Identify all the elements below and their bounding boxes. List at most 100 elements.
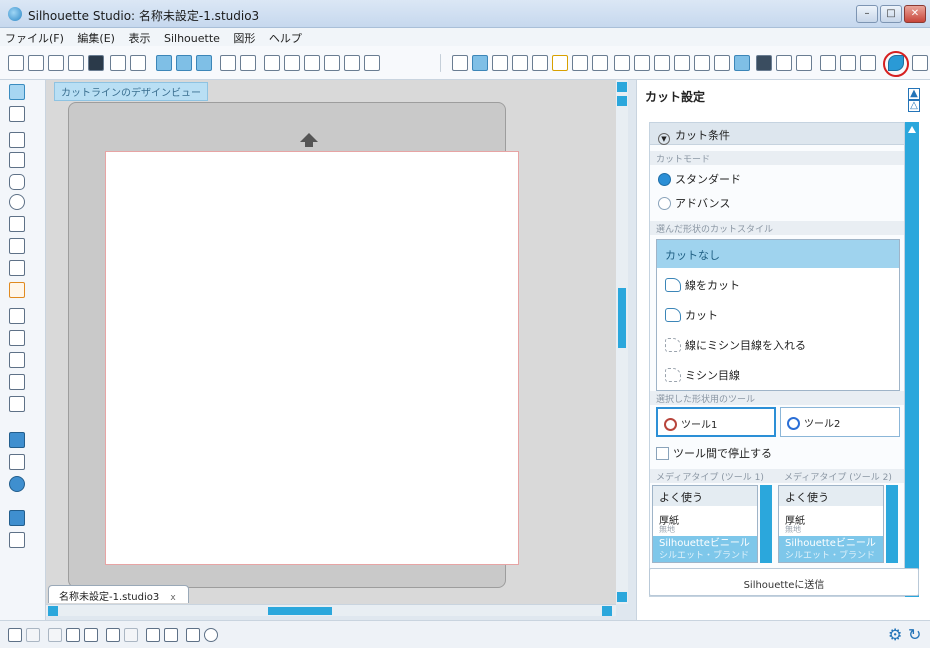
pages-icon[interactable] [776,55,792,71]
duplicate-icon[interactable] [48,628,62,642]
fill-color-icon[interactable] [9,432,25,448]
scroll-left-icon[interactable] [48,606,58,616]
zoom-in-icon[interactable] [284,55,300,71]
cut-conditions-header[interactable]: ▼ カット条件 [650,123,904,145]
split-view-icon[interactable] [9,532,25,548]
zoom-page-icon[interactable] [364,55,380,71]
polygon-tool-icon[interactable] [9,216,25,232]
send-icon[interactable] [130,55,146,71]
redo-icon[interactable] [240,55,256,71]
media1-common[interactable]: よく使う [653,486,757,506]
cut-style-perforate[interactable]: ミシン目線 [657,360,899,388]
refresh-icon[interactable]: ↻ [908,625,921,644]
transform-icon[interactable] [512,55,528,71]
gear-icon[interactable]: ⚙ [888,625,902,644]
mode-standard-radio[interactable]: スタンダード [658,171,741,187]
rotate-icon[interactable] [532,55,548,71]
tool1-button[interactable]: ツール1 [656,407,776,437]
panel-up-icon[interactable]: ▲ [908,88,920,100]
modify-icon[interactable] [634,55,650,71]
open-folder-icon[interactable] [28,55,44,71]
zoom-out-icon[interactable] [304,55,320,71]
offset-round-icon[interactable] [204,628,218,642]
color-wheel-icon[interactable] [9,476,25,492]
horizontal-scrollbar[interactable] [46,604,616,616]
print-icon[interactable] [110,55,126,71]
panel-scrollbar[interactable] [905,122,919,597]
replicate-icon[interactable] [614,55,630,71]
panel-scroll-up-icon[interactable] [908,126,916,133]
group-icon[interactable] [66,628,80,642]
send-to-silhouette-icon[interactable] [912,55,928,71]
cut-style-none[interactable]: カットなし [657,240,899,268]
scroll-up-icon[interactable] [617,96,627,106]
save-library-icon[interactable] [88,55,104,71]
regular-polygon-icon[interactable] [9,330,25,346]
document-tab-close-icon[interactable]: x [170,593,175,603]
text-style-icon[interactable] [592,55,608,71]
rectangle-tool-icon[interactable] [9,152,25,168]
close-button[interactable]: ✕ [904,5,926,23]
media1-scrollbar[interactable] [760,485,772,563]
document-tab[interactable]: 名称未設定-1.studio3 x [48,585,189,603]
maximize-button[interactable]: □ [880,5,902,23]
scroll-down-icon[interactable] [617,592,627,602]
line-tool-icon[interactable] [9,132,25,148]
cut-style-cut[interactable]: カット [657,300,899,328]
ellipse-tool-icon[interactable] [9,194,25,210]
copy-icon[interactable] [156,55,172,71]
ungroup-icon[interactable] [84,628,98,642]
arc-tool-icon[interactable] [9,308,25,324]
trace-icon[interactable] [694,55,710,71]
collapse-section-icon[interactable]: ▼ [658,133,670,145]
menu-view[interactable]: 表示 [123,28,155,48]
window-icon[interactable] [9,510,25,526]
save-icon[interactable] [68,55,84,71]
offset-icon[interactable] [654,55,670,71]
deselect-icon[interactable] [26,628,40,642]
collapse-panel-icon[interactable] [617,82,627,92]
knife-tool-icon[interactable] [9,396,25,412]
media2-common[interactable]: よく使う [779,486,883,506]
zoom-fit-icon[interactable] [344,55,360,71]
media-type-list-1[interactable]: よく使う 厚紙 無地 Silhouetteビニール シルエット・ブランド [652,485,758,563]
select-all-icon[interactable] [8,628,22,642]
page-settings-icon[interactable] [452,55,468,71]
bring-front-icon[interactable] [146,628,160,642]
pan-hand-icon[interactable] [264,55,280,71]
minimize-button[interactable]: – [856,5,878,23]
paste-icon[interactable] [176,55,192,71]
menu-edit[interactable]: 編集(E) [72,28,120,48]
new-file-icon[interactable] [8,55,24,71]
smooth-freehand-icon[interactable] [9,282,25,298]
eraser-tool-icon[interactable] [9,374,25,390]
fill-pattern-icon[interactable] [572,55,588,71]
weld-icon[interactable] [186,628,200,642]
zoom-drag-icon[interactable] [324,55,340,71]
line-style-icon[interactable] [552,55,568,71]
media-type-list-2[interactable]: よく使う 厚紙 無地 Silhouetteビニール シルエット・ブランド [778,485,884,563]
library-icon[interactable] [714,55,730,71]
tool2-button[interactable]: ツール2 [780,407,900,437]
layers-icon[interactable] [796,55,812,71]
registration-icon[interactable] [492,55,508,71]
design-page[interactable] [105,151,519,565]
vertical-scrollbar[interactable] [616,80,628,604]
menu-silhouette[interactable]: Silhouette [159,30,225,47]
undo-icon[interactable] [220,55,236,71]
panel-up-outline-icon[interactable]: △ [908,100,920,112]
compound-path-icon[interactable] [106,628,120,642]
print-cut-icon[interactable] [840,55,856,71]
freehand-tool-icon[interactable] [9,260,25,276]
cut-style-line[interactable]: 線をカット [657,270,899,298]
vertical-scroll-thumb[interactable] [618,288,626,348]
menu-help[interactable]: ヘルプ [264,28,307,48]
mode-advanced-radio[interactable]: アドバンス [658,195,730,211]
media2-brand[interactable]: Silhouetteビニール シルエット・ブランド [779,536,883,562]
curve-tool-icon[interactable] [9,238,25,254]
media1-brand[interactable]: Silhouetteビニール シルエット・ブランド [653,536,757,562]
select-tool-icon[interactable] [9,84,25,100]
send-to-silhouette-button[interactable]: Silhouetteに送信 [649,568,919,596]
menu-shape[interactable]: 図形 [228,28,260,48]
text-tool-icon[interactable] [9,352,25,368]
